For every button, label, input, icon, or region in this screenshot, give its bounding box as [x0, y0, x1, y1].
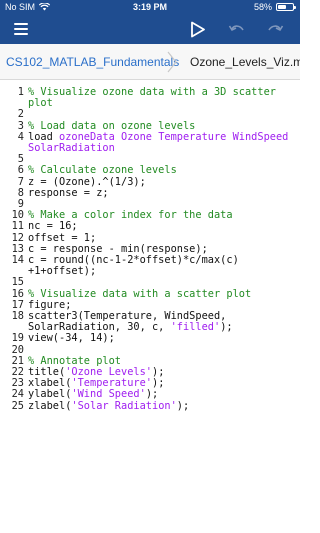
code-token-code: nc = 16; [28, 220, 78, 233]
line-number: 15 [11, 276, 24, 289]
chevron-right-icon [167, 51, 177, 73]
code-token-code: scatter3(Temperature, WindSpeed, [28, 310, 227, 323]
code-token-comment: % Annotate plot [28, 354, 121, 367]
code-token-code: load [28, 130, 59, 143]
line-number: 11 [11, 220, 24, 233]
line-number: 2 [17, 108, 24, 121]
line-text: % Visualize ozone data with a 3D scatter [28, 86, 298, 98]
battery-percent: 58% [253, 2, 272, 12]
editor-toolbar [0, 15, 300, 44]
code-lines: 1 % Visualize ozone data with a 3D scatte… [0, 86, 300, 412]
code-token-comment: % Visualize ozone data with a 3D scatter [28, 86, 276, 98]
code-token-string: 'Wind Speed' [71, 388, 146, 401]
code-token-code: response = z; [28, 186, 109, 199]
run-play-icon[interactable] [190, 21, 206, 38]
code-token-string: 'Ozone Levels' [65, 366, 152, 379]
code-token-code: ); [220, 321, 233, 334]
code-token-code: figure; [28, 298, 72, 311]
code-line: 25 zlabel('Solar Radiation'); [0, 399, 300, 412]
code-token-comment: % Make a color index for the data [28, 209, 233, 222]
line-number: 4 [17, 130, 24, 143]
line-text: plot [28, 98, 298, 109]
code-token-code: SolarRadiation, 30, c, [28, 321, 171, 334]
code-token-code: zlabel( [28, 399, 72, 412]
code-token-code: ); [176, 399, 190, 412]
line-text: SolarRadiation [28, 142, 298, 155]
breadcrumb-folder-link[interactable]: CS102_MATLAB_Fundamentals [6, 55, 179, 69]
code-line: SolarRadiation [0, 142, 300, 155]
battery-fill [278, 5, 286, 9]
code-token-code: ); [152, 377, 165, 390]
code-token-code: title( [28, 366, 66, 379]
code-token-code: ); [152, 366, 165, 379]
code-line: 8 response = z; [0, 186, 300, 199]
code-token-code: ); [145, 388, 159, 401]
code-token-string: SolarRadiation [28, 142, 115, 155]
line-text: view(-34, 14); [28, 333, 298, 344]
code-line: plot [0, 98, 300, 109]
undo-icon[interactable] [228, 22, 246, 36]
breadcrumb: CS102_MATLAB_Fundamentals Ozone_Levels_V… [0, 44, 300, 80]
code-token-code: +1+offset); [28, 265, 97, 278]
line-number: 18 [11, 310, 24, 323]
line-text: +1+offset); [28, 266, 298, 277]
battery-icon [276, 3, 296, 11]
code-token-code: offset = 1; [28, 231, 97, 244]
code-token-string: 'Temperature' [71, 377, 152, 390]
hamburger-menu-icon[interactable] [14, 23, 28, 35]
app-header: No SIM 3:19 PM 58% [0, 0, 300, 44]
code-line: 19 view(-34, 14); [0, 333, 300, 344]
code-token-comment: % Load data on ozone levels [28, 119, 196, 132]
code-token-string: 'Solar Radiation' [71, 399, 177, 412]
code-token-code: xlabel( [28, 377, 72, 390]
battery-status: 58% [253, 2, 296, 12]
code-token-code: view(-34, 14); [28, 332, 115, 345]
code-token-code: c = round((nc-1-2*offset)*c/max(c) [28, 254, 239, 267]
matlab-mobile-app: No SIM 3:19 PM 58% CS102_MATLAB_Fundamen… [0, 0, 300, 533]
line-number: 6 [17, 164, 24, 177]
redo-icon[interactable] [266, 22, 284, 36]
status-bar: No SIM 3:19 PM 58% [0, 0, 300, 15]
breadcrumb-current-file: Ozone_Levels_Viz.m [190, 55, 300, 69]
code-editor[interactable]: 1 % Visualize ozone data with a 3D scatte… [0, 80, 300, 533]
code-token-comment: plot [28, 97, 53, 110]
code-token-code: z = (Ozone).^(1/3); [28, 175, 146, 188]
code-token-code: c = response - min(response); [28, 242, 208, 255]
line-number: 14 [11, 254, 24, 267]
line-number: 19 [11, 332, 24, 345]
code-token-string: 'filled' [170, 321, 221, 334]
code-token-comment: % Visualize data with a scatter plot [28, 287, 252, 300]
line-number: 1 [17, 86, 24, 98]
code-token-comment: % Calculate ozone levels [28, 164, 177, 177]
code-token-code: ylabel( [28, 388, 72, 401]
line-text: zlabel('Solar Radiation'); [28, 399, 298, 412]
line-number: 24 [11, 388, 24, 401]
code-token-string: ozoneData Ozone Temperature WindSpeed [59, 130, 289, 143]
line-number: 25 [11, 399, 24, 412]
line-text: response = z; [28, 186, 298, 199]
code-line: +1+offset); [0, 266, 300, 277]
